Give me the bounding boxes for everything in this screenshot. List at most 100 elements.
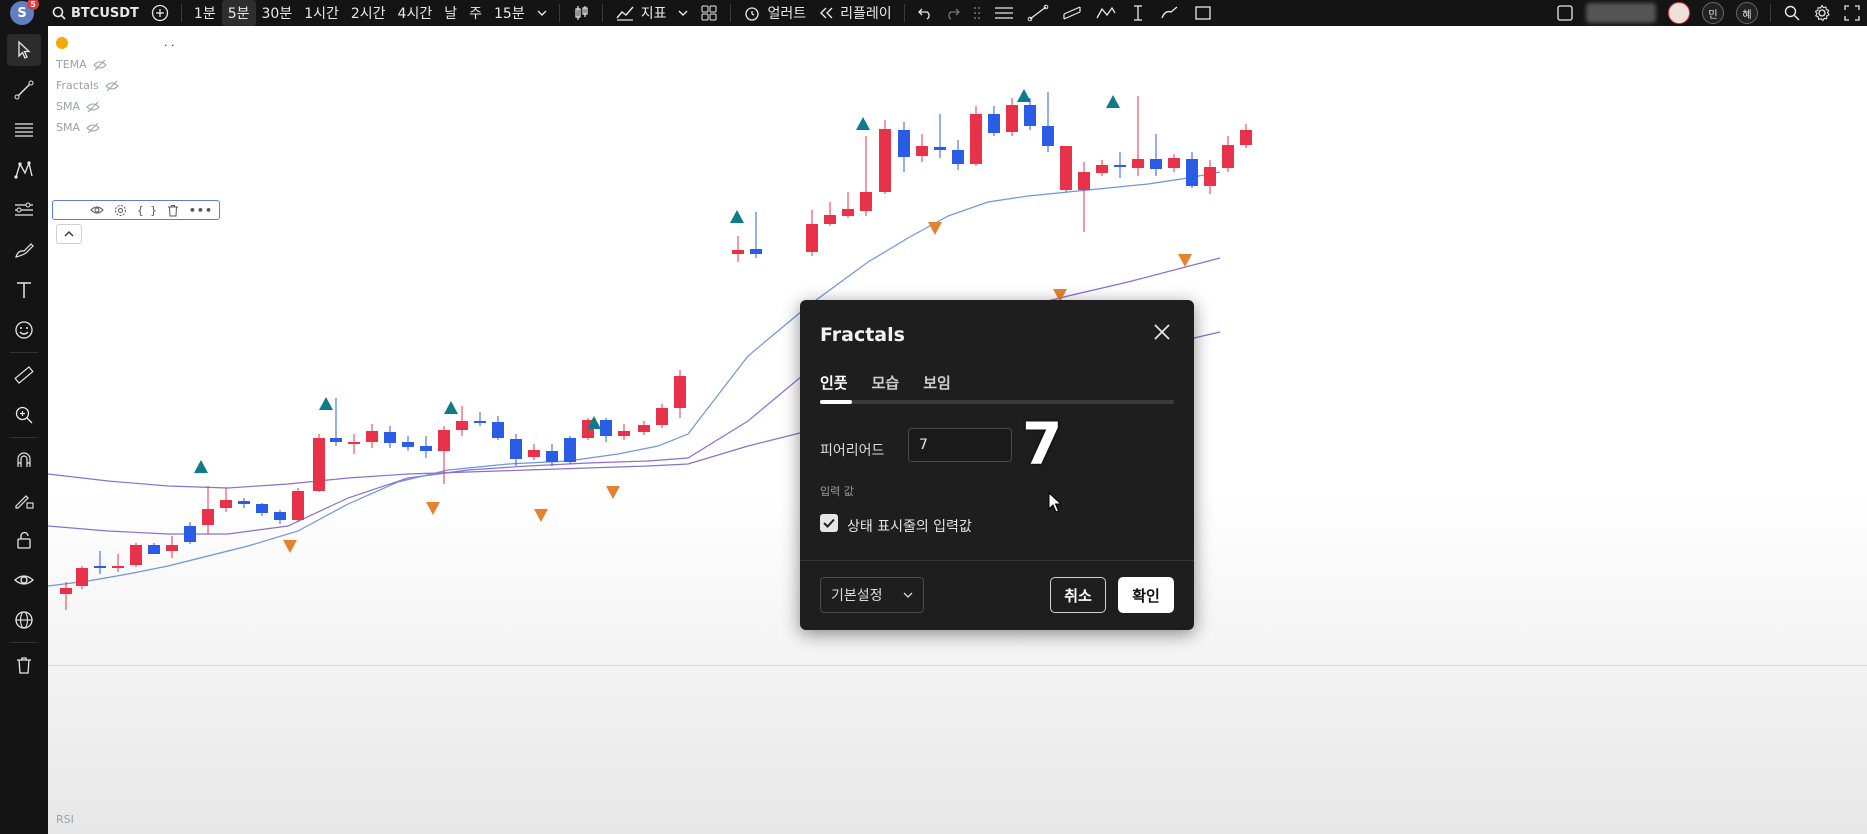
measure-tool-button[interactable] xyxy=(1123,0,1153,26)
candle xyxy=(600,418,612,442)
fractal-down-marker xyxy=(534,509,548,522)
fib-tool-button[interactable] xyxy=(0,110,48,150)
undo-icon xyxy=(917,8,930,20)
candle xyxy=(420,436,432,458)
period-input[interactable]: 7 xyxy=(908,428,1012,462)
tab-style[interactable]: 모습 xyxy=(872,372,900,393)
timeframe-4h[interactable]: 4시간 xyxy=(392,0,439,26)
rectangle-tool-button[interactable] xyxy=(1187,0,1219,26)
brush-side-button[interactable] xyxy=(0,230,48,270)
fractal-up-marker xyxy=(444,401,458,414)
fullscreen-button[interactable] xyxy=(1837,0,1867,26)
defaults-dropdown[interactable]: 기본설정 xyxy=(820,577,924,613)
pattern-side-button[interactable] xyxy=(0,150,48,190)
ok-button[interactable]: 확인 xyxy=(1118,577,1174,613)
status-line-inputs-label[interactable]: 상태 표시줄의 입력값 xyxy=(847,516,972,536)
timeframe-5m[interactable]: 5분 xyxy=(221,0,256,26)
fractal-down-marker xyxy=(928,222,942,235)
user-badge-2[interactable]: 혜 xyxy=(1730,0,1764,26)
timeframe-day[interactable]: 날 xyxy=(438,0,463,26)
alert-button[interactable]: 얼러트 xyxy=(737,0,812,26)
trendline-tool-button[interactable] xyxy=(1021,0,1055,26)
ruler-tool-button[interactable] xyxy=(0,355,48,395)
cancel-button[interactable]: 취소 xyxy=(1050,577,1106,613)
divider xyxy=(558,4,560,22)
indicators-button[interactable]: 지표 xyxy=(609,0,673,26)
layouts-button[interactable] xyxy=(694,0,724,26)
zigzag-pattern-icon xyxy=(1096,6,1116,19)
symbol-logo-icon xyxy=(56,36,68,49)
gear-icon[interactable] xyxy=(114,204,127,217)
settings-button[interactable] xyxy=(1807,0,1837,26)
cursor-tool-button[interactable] xyxy=(0,30,48,70)
eye-icon xyxy=(14,575,34,585)
user-badge-1-label: 민 xyxy=(1702,2,1724,24)
candle xyxy=(564,436,576,464)
hide-drawings-button[interactable] xyxy=(0,560,48,600)
remove-drawings-button[interactable] xyxy=(0,645,48,685)
timeframe-2h[interactable]: 2시간 xyxy=(345,0,392,26)
eye-hidden-icon[interactable] xyxy=(92,59,107,71)
zoom-tool-button[interactable] xyxy=(0,395,48,435)
drag-handle[interactable] xyxy=(967,0,987,26)
tab-visibility[interactable]: 보임 xyxy=(923,372,951,393)
timeframe-30m[interactable]: 30분 xyxy=(256,0,299,26)
period-input-value: 7 xyxy=(919,437,928,453)
rsi-legend[interactable]: RSI xyxy=(56,813,74,826)
replay-button[interactable]: 리플레이 xyxy=(812,0,898,26)
timeframe-1h[interactable]: 1시간 xyxy=(298,0,345,26)
pattern-tool-button[interactable] xyxy=(1089,0,1123,26)
indicators-dropdown[interactable] xyxy=(672,0,694,26)
redo-button[interactable] xyxy=(939,0,967,26)
status-line-inputs-checkbox[interactable] xyxy=(820,514,838,532)
eye-hidden-icon[interactable] xyxy=(86,122,100,134)
redo-icon xyxy=(947,8,960,20)
close-icon[interactable] xyxy=(1152,322,1172,342)
lines-tool-button[interactable] xyxy=(987,0,1021,26)
eye-icon[interactable] xyxy=(90,204,104,216)
pane-separator xyxy=(48,665,1867,666)
candle xyxy=(148,543,160,554)
lock-all-button[interactable] xyxy=(0,520,48,560)
eye-hidden-icon[interactable] xyxy=(86,101,100,113)
undo-button[interactable] xyxy=(911,0,939,26)
symbol-search[interactable]: BTCUSDT xyxy=(46,0,145,26)
timeframe-dropdown[interactable] xyxy=(531,0,553,26)
trendline-side-button[interactable] xyxy=(0,70,48,110)
chart-type-button[interactable] xyxy=(566,0,596,26)
text-tool-button[interactable] xyxy=(0,270,48,310)
candle xyxy=(474,412,486,426)
source-code-icon[interactable]: { } xyxy=(137,204,157,217)
timeframe-1m[interactable]: 1분 xyxy=(188,0,222,26)
timeframe-15m[interactable]: 15분 xyxy=(488,0,531,26)
legend-fractals[interactable]: Fractals xyxy=(56,79,119,92)
object-tree-button[interactable] xyxy=(0,600,48,640)
channel-tool-button[interactable] xyxy=(1055,0,1089,26)
compare-symbol-button[interactable] xyxy=(145,0,175,26)
drawing-toolbar xyxy=(0,26,48,834)
timeframe-week[interactable]: 주 xyxy=(463,0,488,26)
fractals-settings-dialog: Fractals 인풋 모습 보임 피어리어드 7 7 입력 값 상태 표시줄의… xyxy=(800,300,1194,630)
user-avatar[interactable]: S 5 xyxy=(10,0,39,25)
candle xyxy=(348,434,360,454)
candle xyxy=(879,120,891,194)
legend-sma-1[interactable]: SMA xyxy=(56,100,100,113)
profile-avatar[interactable] xyxy=(1662,0,1696,26)
collapse-legend-button[interactable] xyxy=(56,224,82,244)
eye-hidden-icon[interactable] xyxy=(104,80,119,92)
user-badge-1[interactable]: 민 xyxy=(1696,0,1730,26)
brush-tool-button[interactable] xyxy=(1153,0,1187,26)
quick-search-button[interactable] xyxy=(1777,0,1807,26)
more-options-icon[interactable]: ••• xyxy=(189,204,213,217)
forecast-tool-button[interactable] xyxy=(0,190,48,230)
layout-toggle-button[interactable] xyxy=(1550,0,1580,26)
trash-icon[interactable] xyxy=(167,204,179,217)
legend-tema[interactable]: TEMA xyxy=(56,58,107,71)
candle xyxy=(1168,154,1180,172)
magnet-button[interactable] xyxy=(0,440,48,480)
tab-inputs[interactable]: 인풋 xyxy=(820,372,848,393)
emoji-tool-button[interactable] xyxy=(0,310,48,350)
legend-sma-2[interactable]: SMA xyxy=(56,121,100,134)
lock-drawing-mode-button[interactable] xyxy=(0,480,48,520)
candle xyxy=(366,424,378,448)
